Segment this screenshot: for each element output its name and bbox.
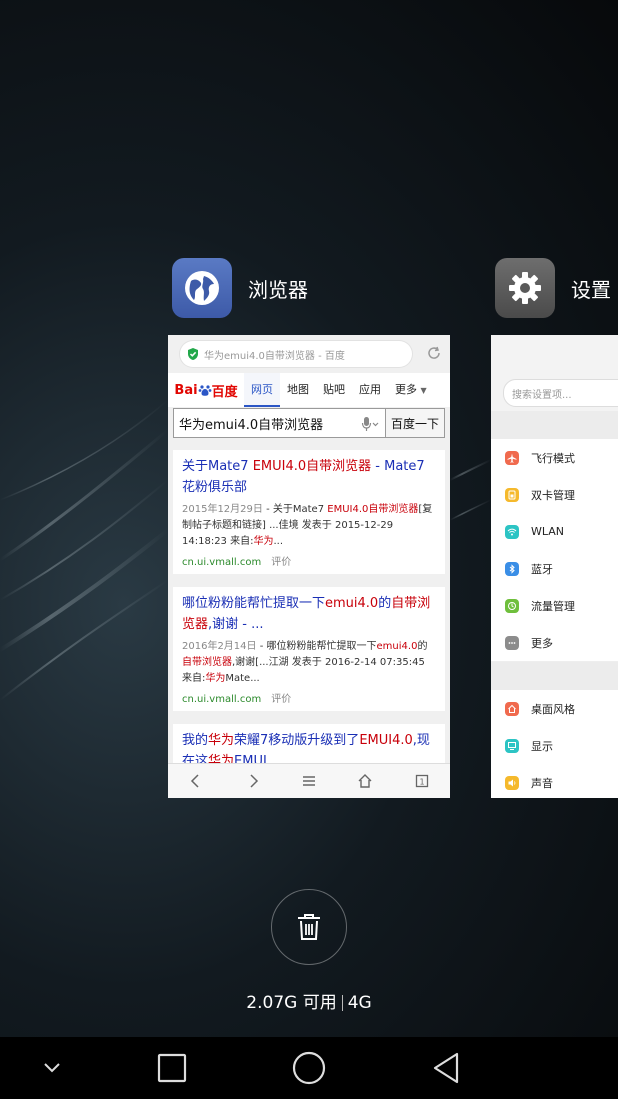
home-icon[interactable]: [357, 773, 373, 789]
settings-item-airplane[interactable]: 飞行模式: [491, 439, 618, 477]
baidu-search-input[interactable]: 华为emui4.0自带浏览器: [173, 408, 386, 438]
nav-recents-button[interactable]: [132, 1037, 212, 1099]
chevron-down-icon: [44, 1063, 60, 1073]
display-icon: [505, 738, 519, 753]
browser-globe-icon: [172, 258, 232, 318]
nav-home-button[interactable]: [269, 1037, 349, 1099]
settings-item-data-usage[interactable]: 流量管理: [491, 587, 618, 625]
browser-task-card[interactable]: 华为emui4.0自带浏览器 - 百度 Bai 百度 网页 地图 贴吧 应用 更…: [168, 335, 450, 798]
result-source: cn.ui.vmall.com 评价: [182, 694, 292, 705]
settings-item-more[interactable]: 更多: [491, 624, 618, 662]
menu-icon[interactable]: [301, 773, 317, 789]
settings-item-sound[interactable]: 声音: [491, 764, 618, 798]
clear-all-button[interactable]: [271, 889, 347, 965]
tab-more[interactable]: 更多 ▼: [388, 373, 434, 407]
settings-item-display[interactable]: 显示: [491, 727, 618, 765]
microphone-icon[interactable]: [361, 416, 379, 432]
baidu-search-button[interactable]: 百度一下: [386, 408, 445, 438]
tab-app[interactable]: 应用: [352, 373, 388, 407]
result-title[interactable]: 我的华为荣耀7移动版升级到了EMUI4.0,现在这华为EMUI: [173, 724, 445, 764]
gear-icon: [495, 258, 555, 318]
settings-search-field[interactable]: 搜索设置项...: [503, 379, 618, 407]
sound-icon: [505, 775, 519, 790]
result-description: 2016年2月14日 - 哪位粉粉能帮忙提取一下emui4.0的自带浏览器,谢谢…: [182, 641, 428, 684]
refresh-icon[interactable]: [426, 345, 442, 361]
search-result[interactable]: 关于Mate7 EMUI4.0自带浏览器 - Mate7花粉俱乐部 2015年1…: [173, 450, 445, 574]
wifi-icon: [505, 524, 519, 539]
data-usage-icon: [505, 598, 519, 613]
settings-section-gap: [491, 411, 618, 439]
search-result[interactable]: 我的华为荣耀7移动版升级到了EMUI4.0,现在这华为EMUI: [173, 724, 445, 764]
browser-app-title: 浏览器: [248, 277, 308, 302]
browser-app-header[interactable]: 浏览器: [172, 258, 308, 318]
memory-total: 4G: [347, 993, 372, 1013]
browser-url-text: 华为emui4.0自带浏览器 - 百度: [204, 350, 345, 362]
settings-item-home-style[interactable]: 桌面风格: [491, 690, 618, 728]
memory-separator: [341, 995, 343, 1011]
result-description: 2015年12月29日 - 关于Mate7 EMUI4.0自带浏览器[复制帖子标…: [182, 504, 433, 547]
result-title[interactable]: 关于Mate7 EMUI4.0自带浏览器 - Mate7花粉俱乐部: [173, 450, 445, 500]
baidu-tabs-row: Bai 百度 网页 地图 贴吧 应用 更多 ▼: [168, 373, 450, 407]
result-title[interactable]: 哪位粉粉能帮忙提取一下emui4.0的自带浏览器,谢谢 - ...: [173, 587, 445, 637]
more-dots-icon: [505, 635, 519, 650]
settings-app-header[interactable]: 设置: [495, 258, 611, 318]
triangle-back-icon: [433, 1052, 459, 1084]
baidu-paw-icon: [198, 385, 211, 396]
memory-status: 2.07G 可用 4G: [0, 988, 618, 1013]
browser-address-bar[interactable]: 华为emui4.0自带浏览器 - 百度: [180, 341, 412, 367]
result-source: cn.ui.vmall.com 评价: [182, 557, 292, 568]
settings-task-card[interactable]: 搜索设置项... 飞行模式 双卡管理 WLAN 蓝牙 流量管理 更多 桌面风格 …: [491, 335, 618, 798]
airplane-icon: [505, 450, 519, 465]
forward-arrow-icon[interactable]: [245, 773, 261, 789]
window-count-icon[interactable]: 1: [414, 773, 430, 789]
nav-back-button[interactable]: [406, 1037, 486, 1099]
settings-app-title: 设置: [571, 277, 611, 302]
memory-available: 2.07G 可用: [246, 993, 337, 1013]
settings-item-dual-sim[interactable]: 双卡管理: [491, 476, 618, 514]
square-icon: [157, 1053, 187, 1083]
home-style-icon: [505, 701, 519, 716]
trash-icon: [298, 914, 320, 940]
baidu-search-row: 华为emui4.0自带浏览器 百度一下: [173, 408, 445, 438]
tab-web[interactable]: 网页: [244, 373, 280, 407]
settings-section-gap: [491, 662, 618, 690]
navigation-bar: [0, 1037, 618, 1099]
review-link[interactable]: 评价: [271, 694, 291, 705]
settings-item-bluetooth[interactable]: 蓝牙: [491, 550, 618, 588]
dropdown-arrow-icon: ▼: [420, 386, 427, 395]
search-result[interactable]: 哪位粉粉能帮忙提取一下emui4.0的自带浏览器,谢谢 - ... 2016年2…: [173, 587, 445, 711]
shield-check-icon: [188, 348, 198, 360]
tab-tieba[interactable]: 贴吧: [316, 373, 352, 407]
svg-text:1: 1: [419, 778, 424, 787]
back-arrow-icon[interactable]: [188, 773, 204, 789]
baidu-logo: Bai 百度: [174, 382, 238, 400]
nav-hide-button[interactable]: [12, 1037, 92, 1099]
sim-card-icon: [505, 487, 519, 502]
bluetooth-icon: [505, 561, 519, 576]
settings-item-wlan[interactable]: WLAN: [491, 513, 618, 551]
review-link[interactable]: 评价: [271, 557, 291, 568]
tab-map[interactable]: 地图: [280, 373, 316, 407]
circle-icon: [292, 1051, 326, 1085]
browser-toolbar: 1: [168, 763, 450, 798]
